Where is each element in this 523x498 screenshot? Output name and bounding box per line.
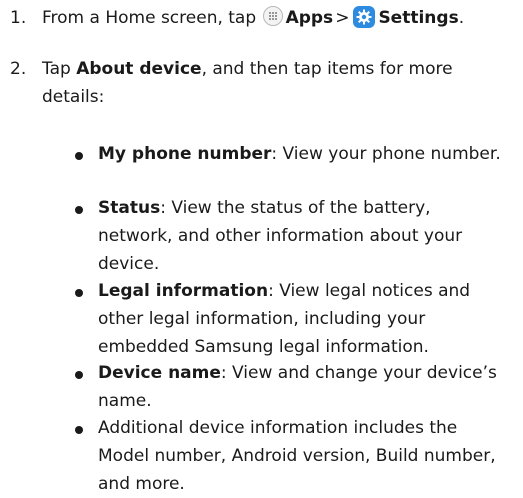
settings-gear-icon [353,6,376,28]
step-number: 1. [10,8,27,28]
list-item-term: Legal information [98,281,269,301]
bullet-dot [75,371,83,379]
apps-label: Apps [285,8,334,28]
list-item-term: My phone number [98,144,272,164]
bullet-dot [75,206,83,214]
step-number: 2. [10,59,27,79]
about-device-label: About device [76,59,202,79]
step-prefix: From a Home screen, tap [42,8,262,28]
list-item-term: Device name [98,363,221,383]
apps-grid-icon [262,6,283,26]
step-text: From a Home screen, tap Apps > Settings. [42,4,502,32]
bullet-dot [75,426,83,434]
breadcrumb-separator: > [335,8,350,28]
list-item-description: Additional device information includes t… [98,418,496,494]
settings-label: Settings [378,8,459,28]
instructions-page: 1. From a Home screen, tap Apps > Settin… [0,0,523,495]
step-text: Tap About device, and then tap items for… [42,55,502,111]
step-suffix: . [458,8,465,28]
bullet-dot [75,289,83,297]
step-prefix: Tap [42,59,77,79]
bullet-dot [75,152,83,160]
list-item-description: : View your phone number. [271,144,501,164]
list-item-term: Status [98,198,161,218]
